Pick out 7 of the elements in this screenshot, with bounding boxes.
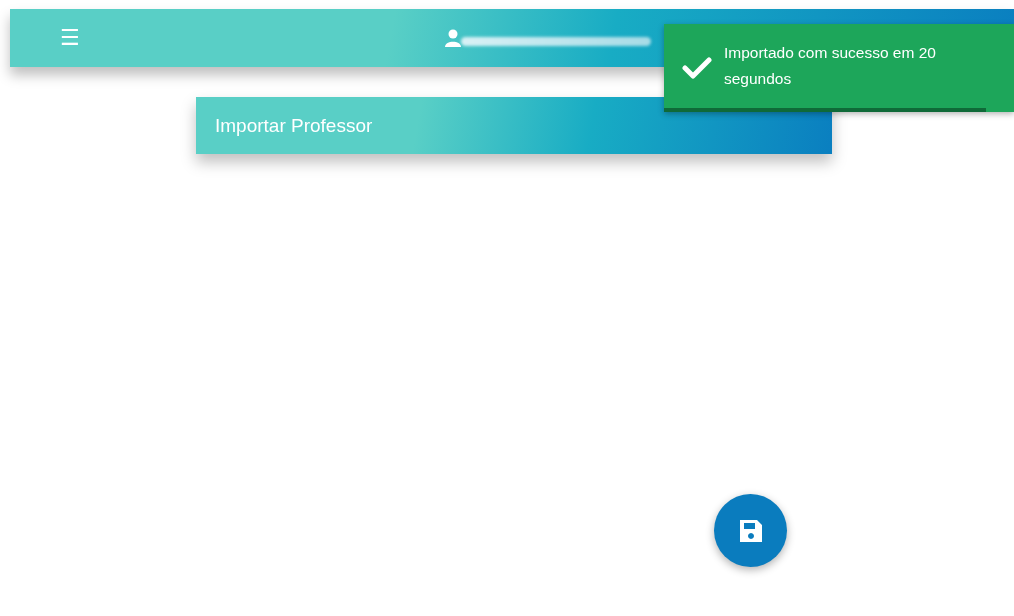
user-icon: [444, 29, 461, 47]
page-title: Importar Professor: [215, 114, 373, 137]
toast-message: Importado com sucesso em 20 segundos: [724, 43, 937, 89]
save-icon: [738, 518, 763, 543]
menu-button[interactable]: ☰: [60, 27, 80, 49]
checkmark-icon: [682, 56, 712, 80]
save-button[interactable]: [714, 494, 787, 567]
